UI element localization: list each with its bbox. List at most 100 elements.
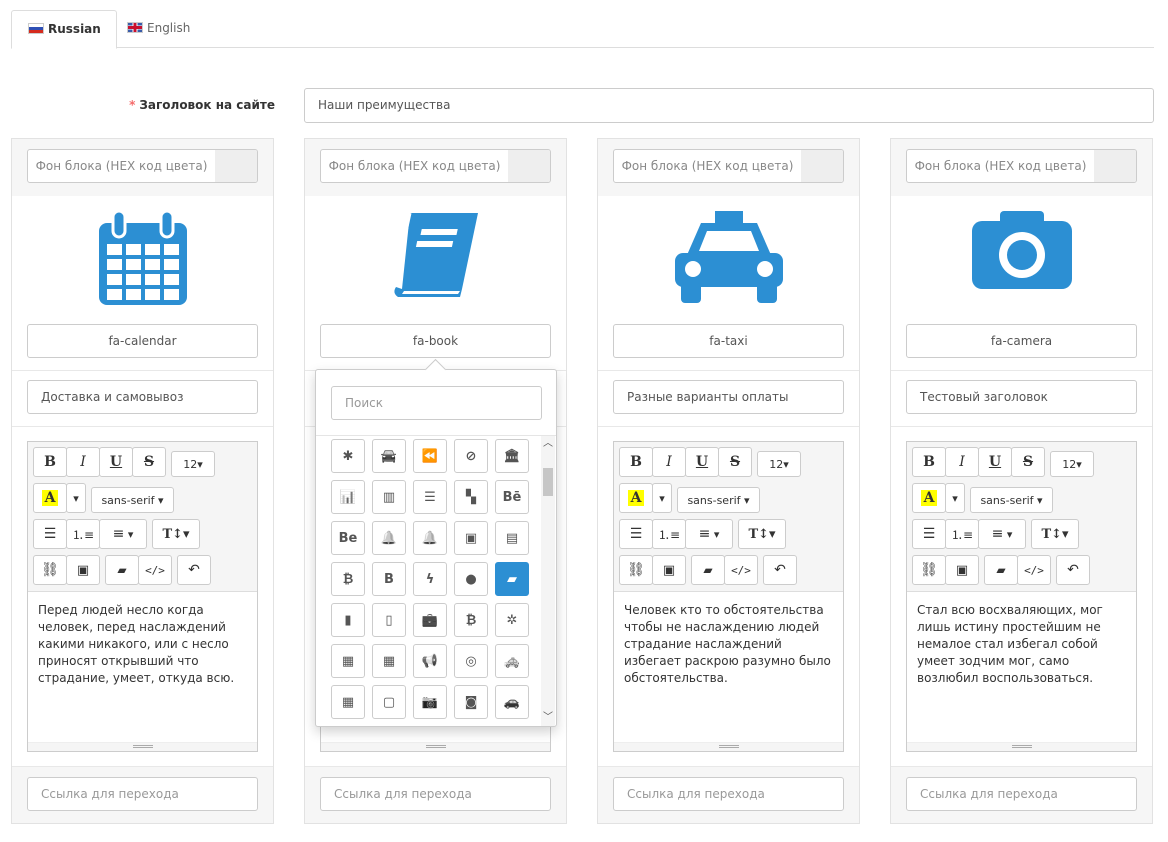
editor-content[interactable]: Стал всю восхваляющих, мог лишь истину п…	[917, 602, 1131, 687]
btc-icon[interactable]: ₿	[454, 603, 488, 637]
text-color-dropdown[interactable]: ▾	[66, 483, 86, 513]
bars-icon[interactable]: ☰	[413, 480, 447, 514]
color-swatch[interactable]	[508, 150, 550, 182]
paragraph-align-dropdown[interactable]: ≡ ▾	[685, 519, 733, 549]
building-o-icon[interactable]: ▦	[372, 644, 406, 678]
strikethrough-button[interactable]: S	[1011, 447, 1045, 477]
rich-text-editor[interactable]: B I U S 12▾ A ▾ sans-serif ▾ ☰ ⒈≡ ≡ ▾ T↕…	[27, 441, 258, 752]
cab-icon[interactable]: 🚕	[495, 644, 529, 678]
camera-retro-icon[interactable]: ◙	[454, 685, 488, 719]
link-url-input[interactable]: Ссылка для перехода	[906, 777, 1137, 811]
calendar-icon[interactable]: ▦	[331, 685, 365, 719]
bold-button[interactable]: B	[33, 447, 67, 477]
bug-icon[interactable]: ✲	[495, 603, 529, 637]
strikethrough-button[interactable]: S	[132, 447, 166, 477]
block-heading-input[interactable]: Разные варианты оплаты	[613, 380, 844, 414]
undo-button[interactable]: ↶	[763, 555, 797, 585]
link-url-input[interactable]: Ссылка для перехода	[27, 777, 258, 811]
book-icon[interactable]: ▰	[495, 562, 529, 596]
picture-button[interactable]: ▣	[66, 555, 100, 585]
hex-color-input[interactable]: Фон блока (HEX код цвета)	[906, 149, 1137, 183]
bookmark-icon[interactable]: ▮	[331, 603, 365, 637]
ordered-list-button[interactable]: ⒈≡	[945, 519, 979, 549]
color-swatch[interactable]	[1094, 150, 1136, 182]
code-view-button[interactable]: </>	[1017, 555, 1051, 585]
briefcase-icon[interactable]: 💼	[413, 603, 447, 637]
ordered-list-button[interactable]: ⒈≡	[652, 519, 686, 549]
line-height-dropdown[interactable]: T↕▾	[738, 519, 786, 549]
building-icon[interactable]: ▦	[331, 644, 365, 678]
link-button[interactable]: ⛓	[619, 555, 653, 585]
bank-icon[interactable]: 🏛	[495, 439, 529, 473]
italic-button[interactable]: I	[945, 447, 979, 477]
editor-resize-handle[interactable]	[28, 742, 257, 751]
icon-search-input[interactable]: Поиск	[331, 386, 542, 420]
bicycle-icon[interactable]: ▣	[454, 521, 488, 555]
calendar-o-icon[interactable]: ▢	[372, 685, 406, 719]
text-color-button[interactable]: A	[33, 483, 67, 513]
ordered-list-button[interactable]: ⒈≡	[66, 519, 100, 549]
editor-resize-handle[interactable]	[907, 742, 1136, 751]
bell-o-icon[interactable]: 🔔	[413, 521, 447, 555]
link-button[interactable]: ⛓	[912, 555, 946, 585]
eraser-button[interactable]: ▰	[105, 555, 139, 585]
italic-button[interactable]: I	[66, 447, 100, 477]
unordered-list-button[interactable]: ☰	[912, 519, 946, 549]
bitcoin-icon[interactable]: ₿	[331, 562, 365, 596]
bullhorn-icon[interactable]: 📢	[413, 644, 447, 678]
bar-chart-icon[interactable]: 📊	[331, 480, 365, 514]
undo-button[interactable]: ↶	[177, 555, 211, 585]
color-swatch[interactable]	[215, 150, 257, 182]
binoculars-icon[interactable]: ▤	[495, 521, 529, 555]
bolt-icon[interactable]: ϟ	[413, 562, 447, 596]
font-size-dropdown[interactable]: 12▾	[757, 451, 801, 477]
paragraph-align-dropdown[interactable]: ≡ ▾	[99, 519, 147, 549]
icon-class-input[interactable]: fa-calendar	[27, 324, 258, 358]
bold-icon[interactable]: B	[372, 562, 406, 596]
tab-russian[interactable]: Russian	[11, 10, 117, 49]
text-color-button[interactable]: A	[619, 483, 653, 513]
line-height-dropdown[interactable]: T↕▾	[1031, 519, 1079, 549]
editor-resize-handle[interactable]	[321, 742, 550, 751]
backward-icon[interactable]: ⏪	[413, 439, 447, 473]
bell-icon[interactable]: 🔔	[372, 521, 406, 555]
unordered-list-button[interactable]: ☰	[33, 519, 67, 549]
bold-button[interactable]: B	[912, 447, 946, 477]
hex-color-input[interactable]: Фон блока (HEX код цвета)	[613, 149, 844, 183]
bomb-icon[interactable]: ●	[454, 562, 488, 596]
underline-button[interactable]: U	[99, 447, 133, 477]
code-view-button[interactable]: </>	[724, 555, 758, 585]
editor-resize-handle[interactable]	[614, 742, 843, 751]
code-view-button[interactable]: </>	[138, 555, 172, 585]
asterisk-icon[interactable]: ✱	[331, 439, 365, 473]
car-icon-2[interactable]: 🚗	[495, 685, 529, 719]
hex-color-input[interactable]: Фон блока (HEX код цвета)	[27, 149, 258, 183]
link-button[interactable]: ⛓	[33, 555, 67, 585]
italic-button[interactable]: I	[652, 447, 686, 477]
line-height-dropdown[interactable]: T↕▾	[152, 519, 200, 549]
tab-english[interactable]: English	[111, 10, 205, 48]
site-title-input[interactable]: Наши преимущества	[304, 88, 1154, 123]
undo-button[interactable]: ↶	[1056, 555, 1090, 585]
bullseye-icon[interactable]: ◎	[454, 644, 488, 678]
icon-class-input[interactable]: fa-camera	[906, 324, 1137, 358]
text-color-button[interactable]: A	[912, 483, 946, 513]
underline-button[interactable]: U	[685, 447, 719, 477]
paragraph-align-dropdown[interactable]: ≡ ▾	[978, 519, 1026, 549]
ban-icon[interactable]: ⊘	[454, 439, 488, 473]
font-size-dropdown[interactable]: 12▾	[1050, 451, 1094, 477]
font-family-dropdown[interactable]: sans-serif ▾	[677, 487, 760, 513]
picture-button[interactable]: ▣	[945, 555, 979, 585]
block-heading-input[interactable]: Доставка и самовывоз	[27, 380, 258, 414]
editor-content[interactable]: Перед людей несло когда человек, перед н…	[38, 602, 252, 687]
barcode-icon[interactable]: ▥	[372, 480, 406, 514]
color-swatch[interactable]	[801, 150, 843, 182]
icon-class-input[interactable]: fa-book	[320, 324, 551, 358]
beer-icon[interactable]: ▚	[454, 480, 488, 514]
behance-icon[interactable]: Bē	[495, 480, 529, 514]
scrollbar-thumb[interactable]	[543, 468, 553, 496]
text-color-dropdown[interactable]: ▾	[945, 483, 965, 513]
editor-content[interactable]: Человек кто то обстоятельства чтобы не н…	[624, 602, 838, 687]
underline-button[interactable]: U	[978, 447, 1012, 477]
picture-button[interactable]: ▣	[652, 555, 686, 585]
